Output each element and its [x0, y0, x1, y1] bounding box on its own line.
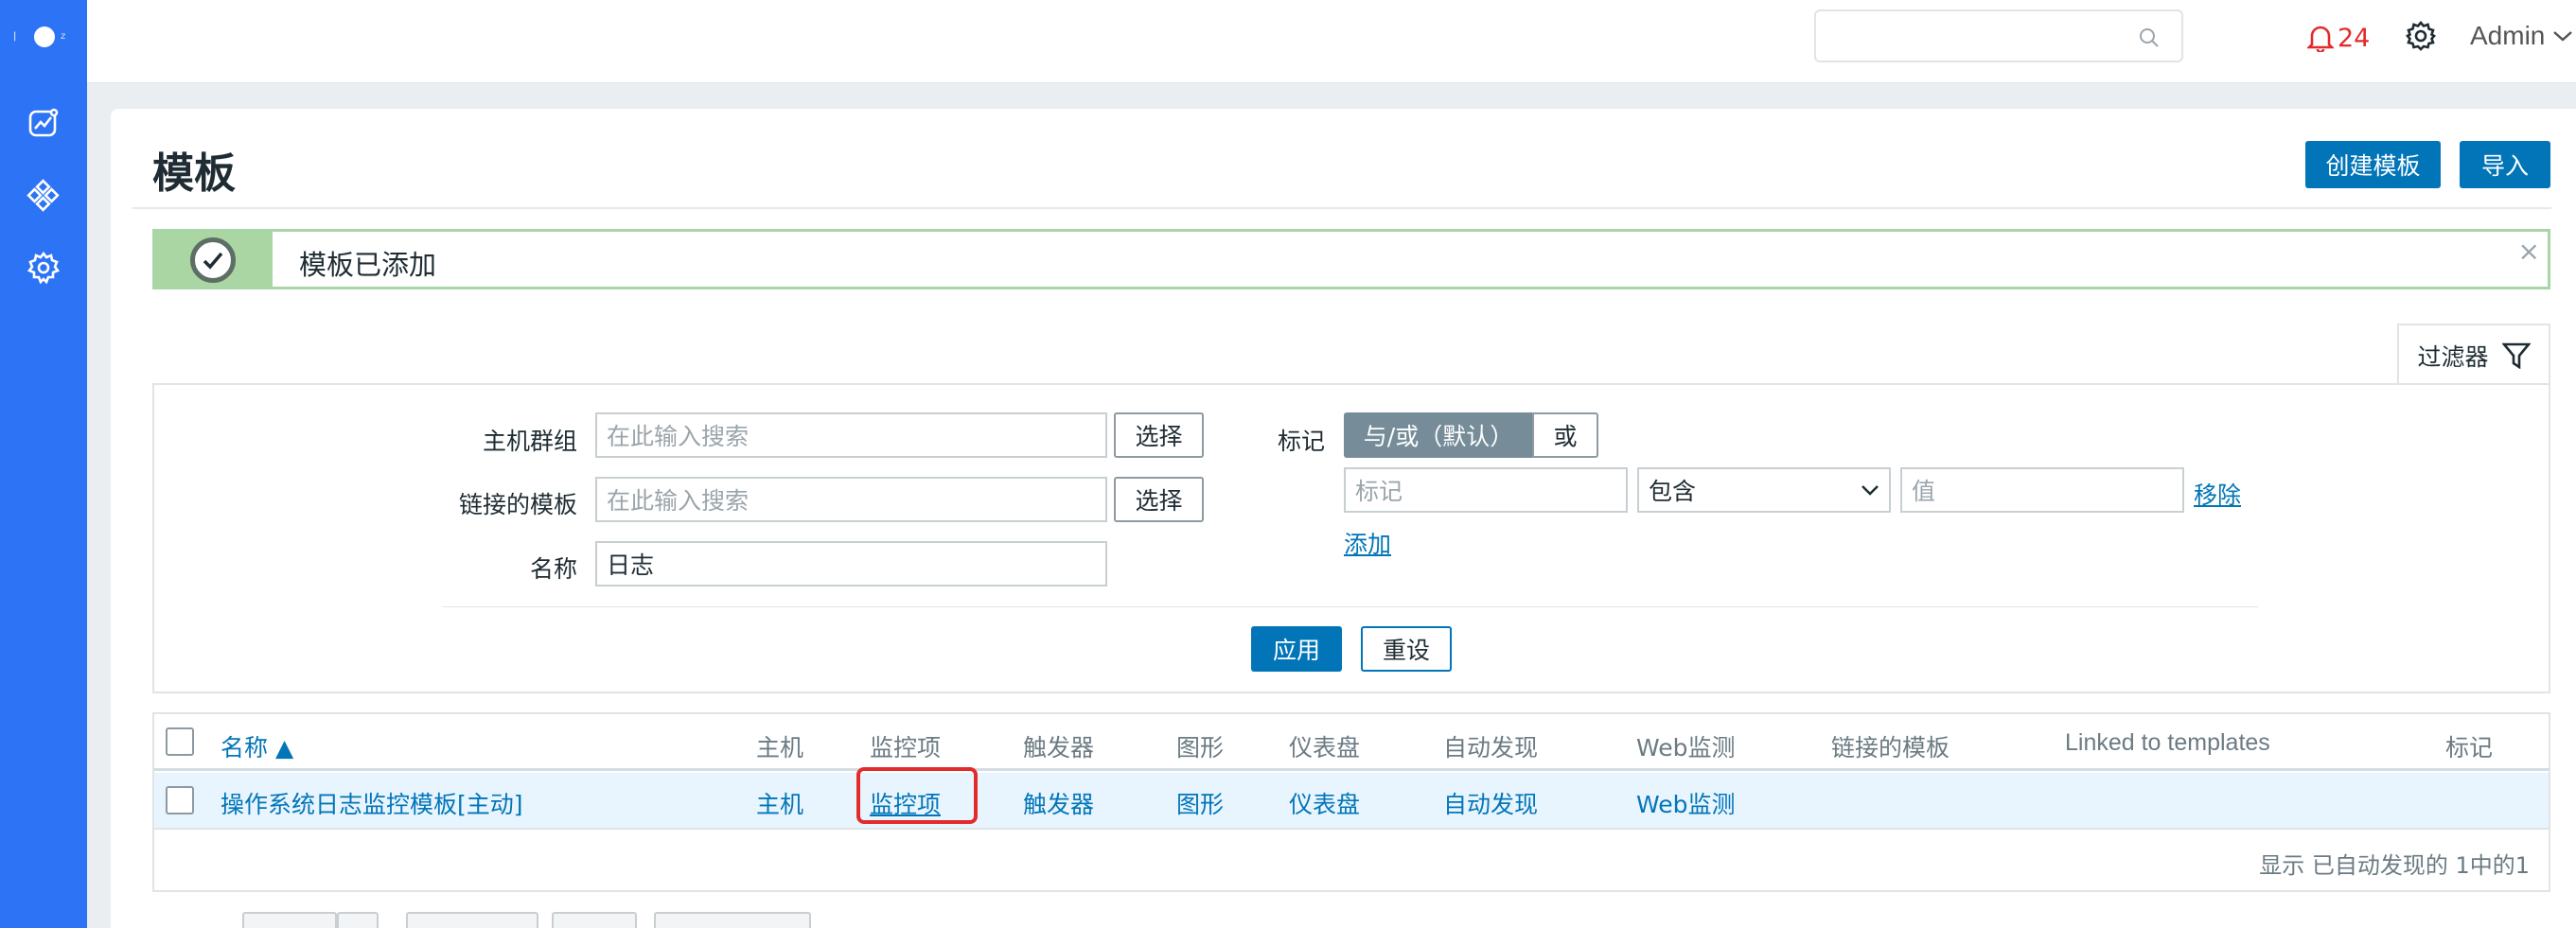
name-input[interactable]: 日志 — [595, 541, 1107, 587]
gear-icon[interactable] — [2404, 19, 2438, 53]
column-triggers: 触发器 — [1023, 734, 1095, 762]
message-text: 模板已添加 — [299, 249, 437, 281]
graphs-link[interactable]: 图形 — [1176, 786, 1224, 820]
tags-label: 标记 — [1277, 428, 1325, 455]
import-button[interactable]: 导入 — [2460, 141, 2550, 188]
triggers-link[interactable]: 触发器 — [1023, 786, 1094, 820]
column-name[interactable]: 名称 ▲ — [221, 729, 293, 763]
create-template-button[interactable]: 创建模板 — [2305, 141, 2441, 188]
mass-action-button[interactable] — [242, 912, 337, 928]
chevron-down-icon — [2553, 31, 2573, 42]
column-web: Web监测 — [1636, 734, 1736, 762]
tag-mode-and-or[interactable]: 与/或（默认） — [1344, 412, 1533, 458]
tag-operator-value: 包含 — [1649, 479, 1697, 505]
monitoring-icon[interactable] — [26, 106, 61, 140]
name-label: 名称 — [529, 555, 577, 583]
mass-action-button[interactable] — [654, 912, 811, 928]
template-name-link[interactable]: 操作系统日志监控模板[主动] — [221, 786, 523, 820]
page-title: 模板 — [152, 149, 236, 198]
table-footer-count: 显示 已自动发现的 1中的1 — [2259, 852, 2530, 879]
tag-name-input[interactable]: 标记 — [1344, 467, 1628, 513]
add-tag-link[interactable]: 添加 — [1344, 526, 1391, 560]
row-checkbox[interactable] — [166, 786, 194, 814]
check-circle-icon — [190, 237, 236, 283]
column-discovery: 自动发现 — [1443, 734, 1539, 762]
column-hosts: 主机 — [756, 734, 804, 762]
dashboards-link[interactable]: 仪表盘 — [1289, 786, 1360, 820]
apply-button[interactable]: 应用 — [1251, 626, 1342, 672]
host-group-input[interactable]: 在此输入搜索 — [595, 412, 1107, 458]
global-search-input[interactable] — [1814, 9, 2183, 62]
services-icon[interactable] — [26, 179, 61, 213]
host-group-label: 主机群组 — [482, 428, 577, 455]
notifications-button[interactable]: 24 — [2307, 19, 2370, 57]
table-row: 操作系统日志监控模板[主动] 主机 监控项 触发器 图形 仪表盘 自动发现 We… — [154, 773, 2549, 830]
filter-divider — [443, 606, 2258, 607]
bell-icon — [2307, 26, 2334, 52]
linked-templates-label: 链接的模板 — [458, 491, 577, 518]
column-dashboards: 仪表盘 — [1289, 734, 1361, 762]
templates-table: 名称 ▲ 主机 监控项 触发器 图形 仪表盘 自动发现 Web监测 链接的模板 … — [152, 712, 2550, 892]
logo-icon — [34, 26, 55, 47]
reset-button[interactable]: 重设 — [1361, 626, 1452, 672]
filter-icon — [2501, 342, 2531, 369]
host-group-select-button[interactable]: 选择 — [1114, 412, 1204, 458]
logo-right-mark: z — [61, 31, 66, 42]
mass-action-button[interactable] — [552, 912, 637, 928]
items-highlight-box — [856, 767, 978, 824]
column-linked-templates: 链接的模板 — [1831, 734, 1950, 762]
column-linked-to-templates: Linked to templates — [2065, 729, 2270, 756]
logo-left-mark: | — [13, 31, 17, 42]
settings-icon[interactable] — [26, 251, 61, 285]
filter-tab-label: 过滤器 — [2417, 342, 2489, 371]
success-message: 模板已添加 × — [152, 229, 2550, 289]
select-all-checkbox[interactable] — [166, 727, 194, 756]
column-tags: 标记 — [2445, 734, 2494, 762]
close-icon[interactable]: × — [2518, 236, 2540, 267]
column-items: 监控项 — [870, 734, 942, 762]
mass-action-button[interactable] — [406, 912, 538, 928]
tag-operator-select[interactable]: 包含 — [1637, 467, 1891, 513]
user-name: Admin — [2470, 21, 2546, 50]
linked-templates-input[interactable]: 在此输入搜索 — [595, 477, 1107, 522]
web-link[interactable]: Web监测 — [1636, 786, 1736, 820]
chevron-down-icon — [1861, 485, 1879, 496]
mass-action-dropdown[interactable] — [337, 912, 379, 928]
top-bar — [87, 0, 2576, 83]
tag-mode-or[interactable]: 或 — [1532, 412, 1598, 458]
user-menu[interactable]: Admin — [2470, 21, 2573, 51]
sidebar: | z — [0, 0, 87, 928]
discovery-link[interactable]: 自动发现 — [1443, 786, 1538, 820]
zabbix-logo[interactable]: | z — [13, 23, 74, 51]
remove-tag-link[interactable]: 移除 — [2194, 477, 2241, 511]
linked-templates-select-button[interactable]: 选择 — [1114, 477, 1204, 522]
table-header: 名称 ▲ 主机 监控项 触发器 图形 仪表盘 自动发现 Web监测 链接的模板 … — [154, 714, 2549, 771]
header-divider — [132, 207, 2551, 209]
column-graphs: 图形 — [1176, 734, 1225, 762]
tag-value-input[interactable]: 值 — [1900, 467, 2184, 513]
hosts-link[interactable]: 主机 — [756, 786, 803, 820]
filter-tab[interactable]: 过滤器 — [2397, 324, 2550, 385]
notification-count: 24 — [2338, 23, 2371, 53]
search-icon — [2140, 28, 2159, 47]
success-indicator — [155, 232, 273, 287]
mass-action-bar — [152, 910, 1004, 928]
